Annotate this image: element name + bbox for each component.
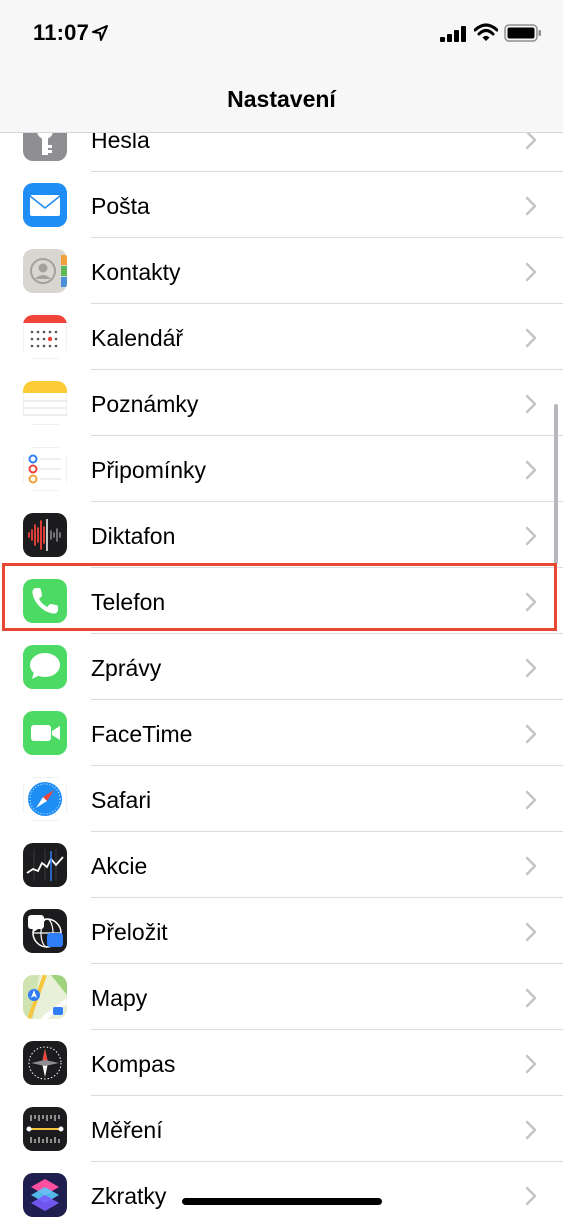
chevron-right-icon xyxy=(525,394,537,414)
wifi-icon xyxy=(474,23,498,41)
settings-row-kalendar[interactable]: Kalendář xyxy=(0,304,563,370)
chevron-right-icon xyxy=(525,1120,537,1140)
shortcuts-icon xyxy=(23,1173,67,1217)
battery-icon xyxy=(504,24,541,42)
row-label: FaceTime xyxy=(91,721,193,747)
stocks-icon xyxy=(23,843,67,887)
chevron-right-icon xyxy=(525,790,537,810)
calendar-icon xyxy=(23,315,67,359)
chevron-right-icon xyxy=(525,724,537,744)
settings-row-zkratky[interactable]: Zkratky xyxy=(0,1162,563,1228)
settings-row-akcie[interactable]: Akcie xyxy=(0,832,563,898)
settings-row-pripominky[interactable]: Připomínky xyxy=(0,436,563,502)
scroll-indicator[interactable] xyxy=(554,404,558,564)
chevron-right-icon xyxy=(525,1186,537,1206)
settings-row-diktafon[interactable]: Diktafon xyxy=(0,502,563,568)
settings-row-prelozit[interactable]: Přeložit xyxy=(0,898,563,964)
settings-row-kontakty[interactable]: Kontakty xyxy=(0,238,563,304)
chevron-right-icon xyxy=(525,460,537,480)
settings-row-posta[interactable]: Pošta xyxy=(0,172,563,238)
safari-compass-icon xyxy=(23,777,67,821)
row-label: Mapy xyxy=(91,985,148,1011)
voice-memos-icon xyxy=(23,513,67,557)
settings-row-kompas[interactable]: Kompas xyxy=(0,1030,563,1096)
row-label: Diktafon xyxy=(91,523,176,549)
row-label: Kompas xyxy=(91,1051,176,1077)
page-title: Nastavení xyxy=(227,86,336,112)
row-label: Kalendář xyxy=(91,325,184,351)
chevron-right-icon xyxy=(525,922,537,942)
row-label: Safari xyxy=(91,787,152,813)
compass-icon xyxy=(23,1041,67,1085)
maps-icon xyxy=(23,975,67,1019)
chevron-right-icon xyxy=(525,1054,537,1074)
row-label: Přeložit xyxy=(91,919,168,945)
row-label: Měření xyxy=(91,1117,163,1143)
chevron-right-icon xyxy=(525,328,537,348)
row-label: Poznámky xyxy=(91,391,199,417)
facetime-icon xyxy=(23,711,67,755)
mail-icon xyxy=(23,183,67,227)
settings-row-safari[interactable]: Safari xyxy=(0,766,563,832)
row-label: Kontakty xyxy=(91,259,181,285)
row-label: Pošta xyxy=(91,193,150,219)
settings-row-mereni[interactable]: Měření xyxy=(0,1096,563,1162)
settings-row-mapy[interactable]: Mapy xyxy=(0,964,563,1030)
notes-icon xyxy=(23,381,67,425)
row-label: Akcie xyxy=(91,853,148,879)
chevron-right-icon xyxy=(525,658,537,678)
settings-row-facetime[interactable]: FaceTime xyxy=(0,700,563,766)
cellular-signal-icon xyxy=(440,26,466,42)
status-time: 11:07 xyxy=(33,20,90,45)
chevron-right-icon xyxy=(525,262,537,282)
contacts-icon xyxy=(23,249,67,293)
chevron-right-icon xyxy=(525,196,537,216)
settings-row-zpravy[interactable]: Zprávy xyxy=(0,634,563,700)
messages-icon xyxy=(23,645,67,689)
chevron-right-icon xyxy=(525,526,537,546)
reminders-icon xyxy=(23,447,67,491)
row-label: Připomínky xyxy=(91,457,207,483)
chevron-right-icon xyxy=(525,856,537,876)
settings-row-poznamky[interactable]: Poznámky xyxy=(0,370,563,436)
measure-icon xyxy=(23,1107,67,1151)
translate-icon xyxy=(23,909,67,953)
top-bar: 11:07 Nastavení xyxy=(0,0,563,133)
row-label: Zprávy xyxy=(91,655,162,681)
chevron-right-icon xyxy=(525,130,537,150)
highlight-box-telefon xyxy=(2,563,557,631)
row-label: Zkratky xyxy=(91,1183,167,1209)
chevron-right-icon xyxy=(525,988,537,1008)
home-indicator[interactable] xyxy=(182,1198,382,1205)
location-arrow-icon xyxy=(92,25,108,41)
